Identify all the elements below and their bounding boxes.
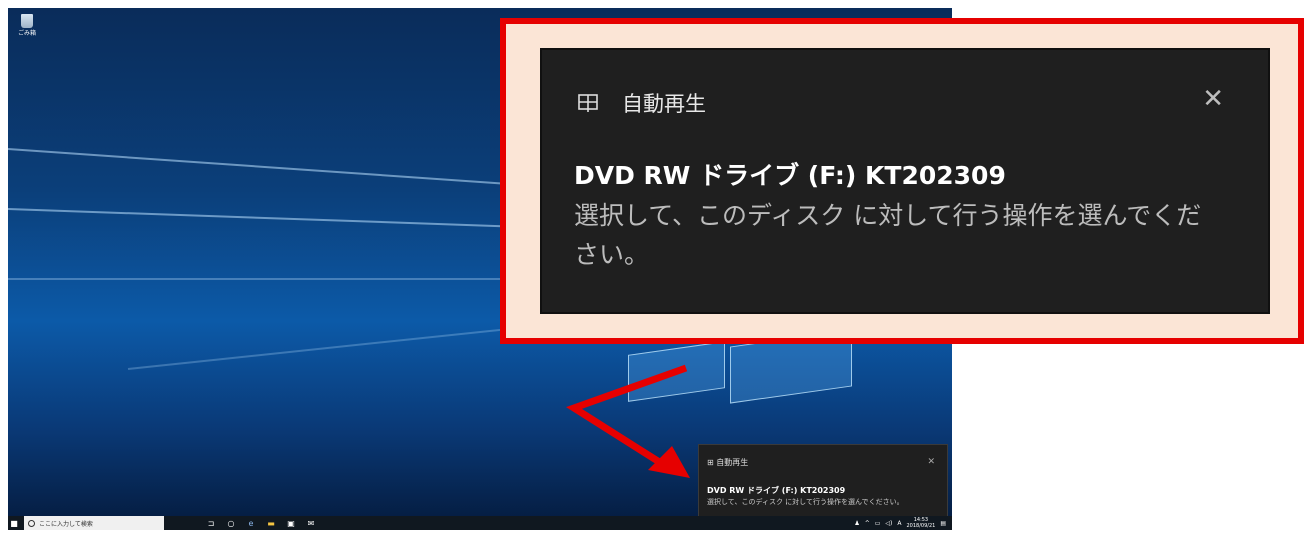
toast-device: DVD RW ドライブ (F:) KT202309 (574, 161, 1006, 190)
toast-message: 選択して、このディスク に対して行う操作を選んでください。 (574, 201, 1202, 269)
close-icon[interactable]: ✕ (1202, 84, 1224, 114)
toast-header: 自動再生 (622, 92, 706, 116)
zoom-callout: 自動再生 ✕ DVD RW ドライブ (F:) KT202309 選択して、この… (500, 18, 1304, 344)
autoplay-icon (578, 94, 598, 112)
autoplay-toast-enlarged[interactable]: 自動再生 ✕ DVD RW ドライブ (F:) KT202309 選択して、この… (540, 48, 1270, 314)
